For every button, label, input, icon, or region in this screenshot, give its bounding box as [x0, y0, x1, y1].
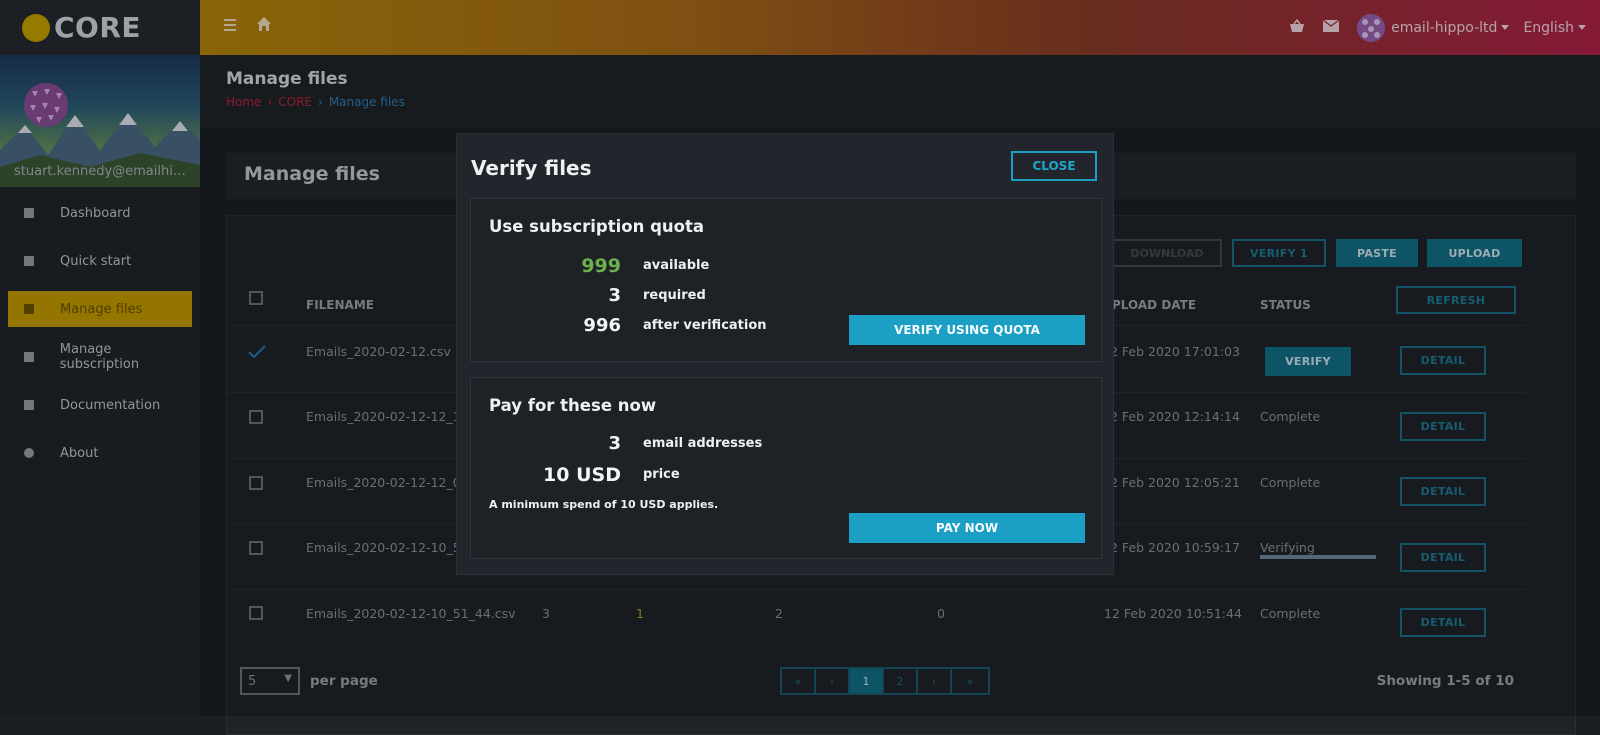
- email-count-label: email addresses: [643, 436, 763, 451]
- modal-title: Verify files: [471, 156, 592, 180]
- after-verification-value: 996: [583, 315, 621, 336]
- verify-files-modal: Verify files CLOSE Use subscription quot…: [456, 133, 1114, 575]
- after-verification-label: after verification: [643, 318, 767, 333]
- price-value: 10 USD: [543, 464, 621, 486]
- minimum-spend-note: A minimum spend of 10 USD applies.: [489, 498, 719, 511]
- verify-using-quota-button[interactable]: VERIFY USING QUOTA: [849, 315, 1085, 345]
- required-value: 3: [608, 285, 621, 306]
- required-label: required: [643, 288, 706, 303]
- price-label: price: [643, 467, 680, 482]
- available-value: 999: [581, 255, 621, 277]
- quota-section: Use subscription quota 999 available 3 r…: [470, 198, 1102, 362]
- pay-section: Pay for these now 3 email addresses 10 U…: [470, 377, 1102, 559]
- email-count-value: 3: [608, 433, 621, 454]
- pay-now-button[interactable]: PAY NOW: [849, 513, 1085, 543]
- quota-title: Use subscription quota: [489, 217, 705, 236]
- close-button[interactable]: CLOSE: [1011, 151, 1097, 181]
- available-label: available: [643, 258, 710, 273]
- pay-title: Pay for these now: [489, 396, 657, 415]
